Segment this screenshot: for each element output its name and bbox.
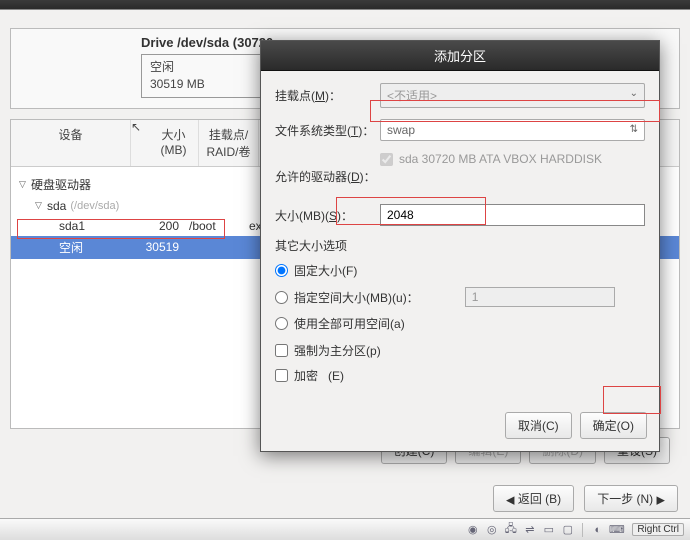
upto-value xyxy=(465,287,615,307)
net-icon: 🖧 xyxy=(503,522,518,537)
fstype-select[interactable]: swap⇅ xyxy=(380,119,645,141)
chevron-up-down-icon: ⇅ xyxy=(630,124,638,135)
host-key-indicator: Right Ctrl xyxy=(632,523,684,536)
radio-all[interactable] xyxy=(275,317,288,330)
drive-sda-checkbox xyxy=(380,153,393,166)
col-size[interactable]: 大小 (MB) xyxy=(149,120,199,166)
col-device[interactable]: 设备 xyxy=(11,120,131,166)
radio-fixed[interactable] xyxy=(275,264,288,277)
back-button[interactable]: ◀ 返回 (B) xyxy=(493,485,574,512)
cancel-button[interactable]: 取消(C) xyxy=(505,412,572,439)
next-button[interactable]: 下一步 (N) ▶ xyxy=(584,485,678,512)
arrow-right-icon: ▶ xyxy=(657,494,665,506)
add-partition-dialog: 添加分区 挂载点(M)： <不适用>⌄ 文件系统类型(T)： swap⇅ 允许的… xyxy=(260,40,660,452)
keyboard-icon: ⌨ xyxy=(609,522,624,537)
ok-button[interactable]: 确定(O) xyxy=(580,412,647,439)
cd-icon: ◎ xyxy=(484,522,499,537)
primary-checkbox[interactable] xyxy=(275,344,288,357)
expand-icon[interactable]: ▽ xyxy=(35,200,47,211)
size-label: 大小(MB)(S)： xyxy=(275,207,380,224)
vm-statusbar: ◉ ◎ 🖧 ⇌ ▭ ▢ ◐ ⌨ Right Ctrl xyxy=(0,518,690,540)
expand-icon[interactable]: ▽ xyxy=(19,179,31,190)
col-mount[interactable]: 挂载点/ RAID/卷 xyxy=(199,120,259,166)
top-menubar xyxy=(0,0,690,10)
allowed-drives-label: 允许的驱动器(D)： xyxy=(275,152,380,185)
usb-icon: ⇌ xyxy=(522,522,537,537)
disk-icon: ◉ xyxy=(465,522,480,537)
wizard-nav: ◀ 返回 (B) 下一步 (N) ▶ xyxy=(493,485,678,512)
display-icon: ▢ xyxy=(560,522,575,537)
fstype-label: 文件系统类型(T)： xyxy=(275,122,380,139)
mount-point-select[interactable]: <不适用>⌄ xyxy=(380,83,645,108)
encrypt-checkbox[interactable] xyxy=(275,369,288,382)
mouse-icon: ◐ xyxy=(590,522,605,537)
mount-point-label: 挂载点(M)： xyxy=(275,87,380,104)
size-input[interactable] xyxy=(380,204,645,226)
chevron-down-icon: ⌄ xyxy=(630,88,638,99)
arrow-left-icon: ◀ xyxy=(506,494,514,506)
radio-upto[interactable] xyxy=(275,291,288,304)
cursor-icon: ↖ xyxy=(131,120,149,166)
other-size-label: 其它大小选项 xyxy=(275,237,645,254)
shared-icon: ▭ xyxy=(541,522,556,537)
drive-checkbox-row: sda 30720 MB ATA VBOX HARDDISK xyxy=(380,152,645,166)
dialog-title: 添加分区 xyxy=(261,41,659,71)
